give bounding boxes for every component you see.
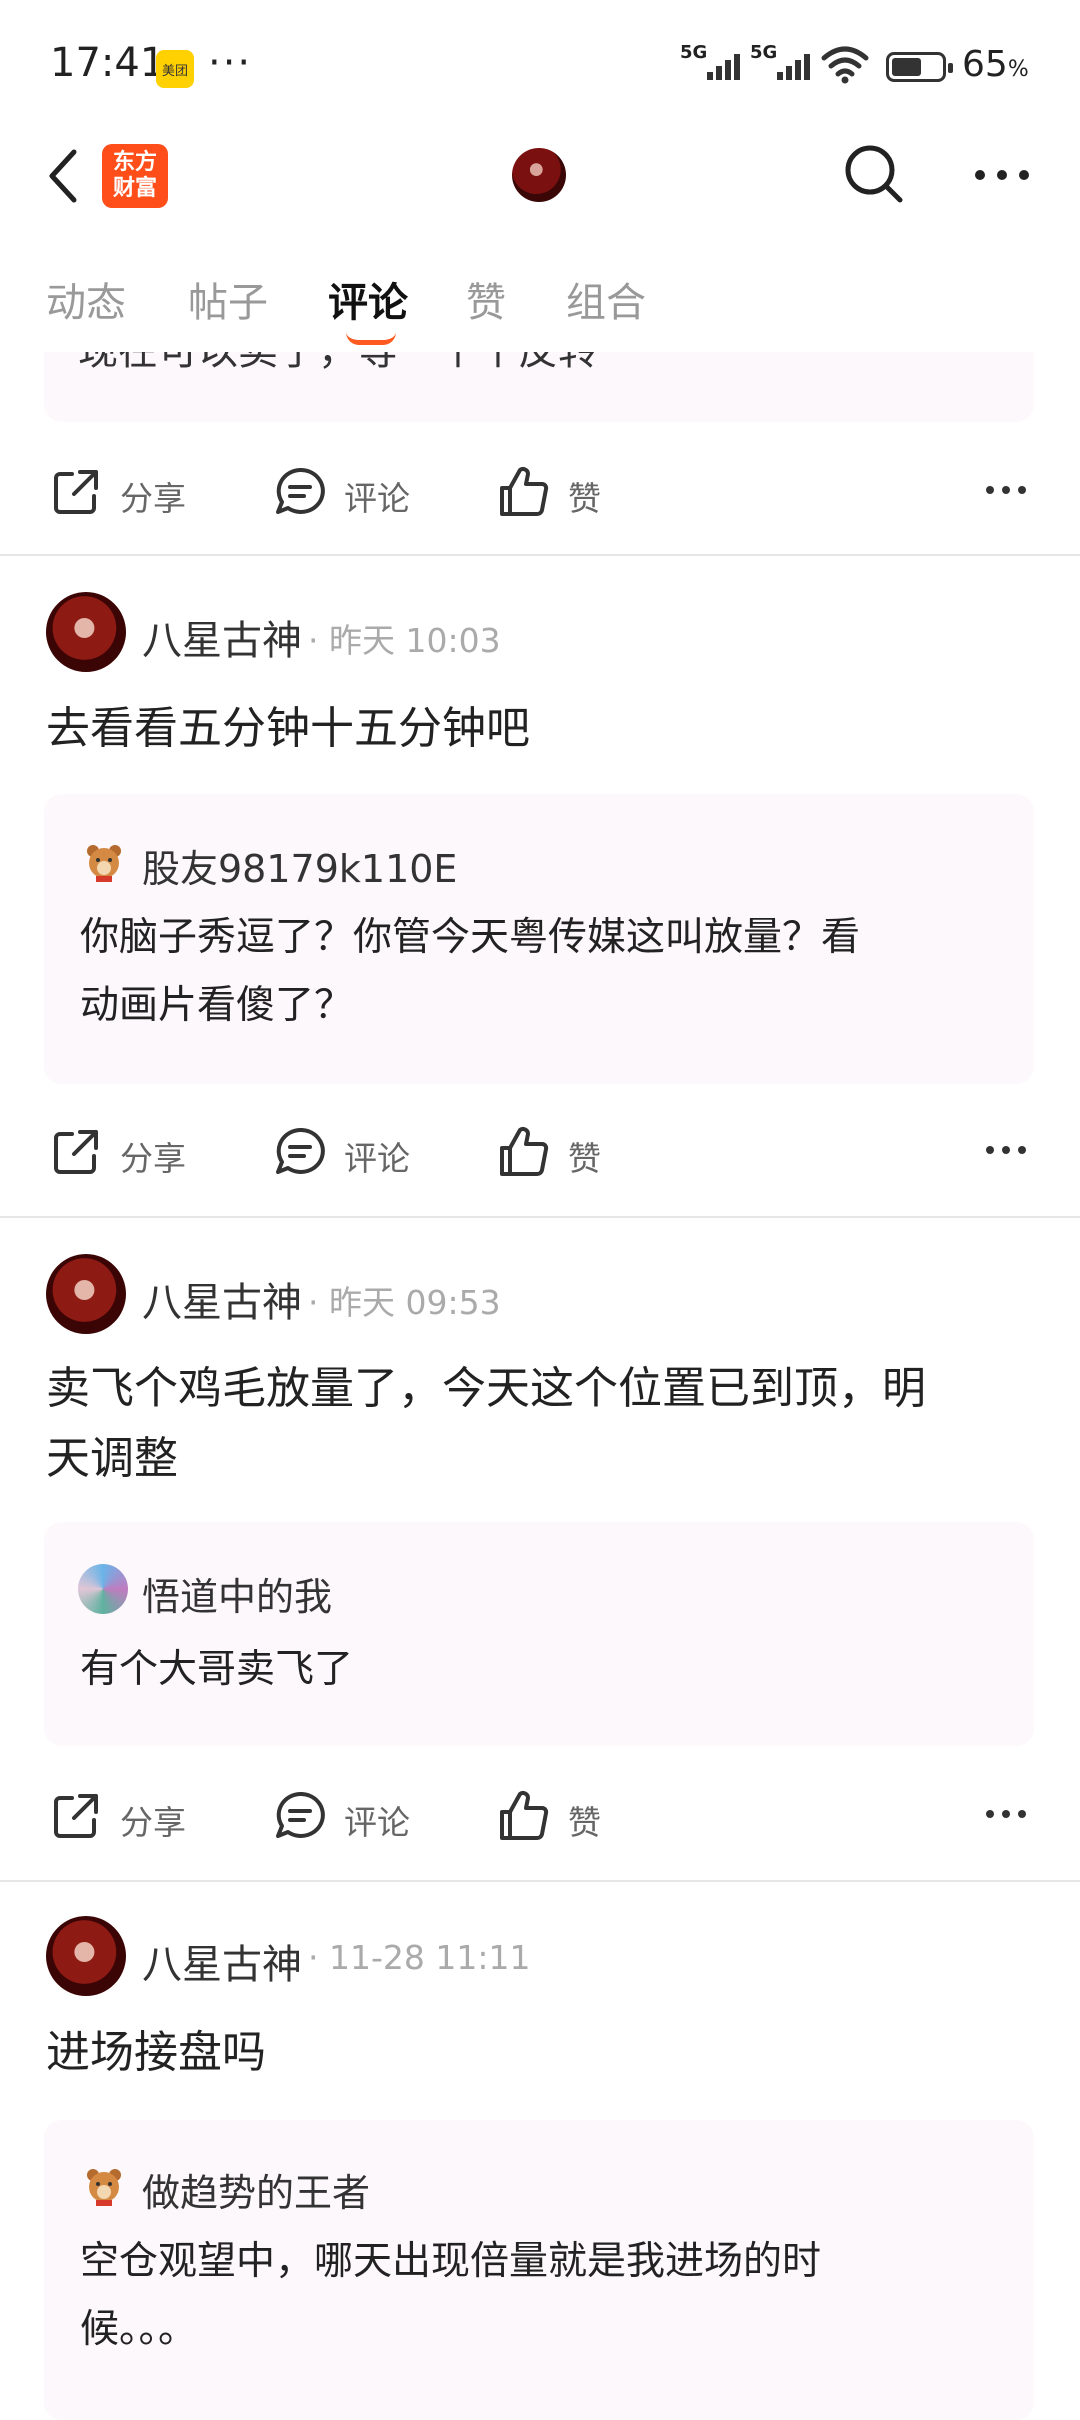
quoted-username[interactable]: 做趋势的王者 [142,2162,370,2217]
user-avatar[interactable] [46,592,126,672]
tab-comments[interactable]: 评论 [328,270,408,328]
quoted-text: 有个大哥卖飞了 [80,1647,354,1692]
more-dots-icon[interactable] [984,1804,1028,1824]
network-label-2: 5G [750,42,778,63]
signal-1-icon: 5G [680,42,740,84]
user-avatar[interactable] [46,1254,126,1334]
battery-icon [886,52,953,82]
meituan-app-icon: 美团 [156,50,194,88]
comment-text[interactable]: 进场接盘吗 [46,2018,1036,2088]
like-icon[interactable] [498,1126,550,1178]
active-tab-indicator [346,332,396,345]
action-bar: 分享 评论 赞 [0,1112,1080,1192]
username[interactable]: 八星古神 [142,608,302,666]
comment-label[interactable]: 评论 [344,1796,410,1844]
comment-icon[interactable] [274,466,326,518]
comment-text[interactable]: 卖飞个鸡毛放量了，今天这个位置已到顶，明 天调整 [46,1354,1036,1494]
username[interactable]: 八星古神 [142,1270,302,1328]
battery-fill [892,58,922,76]
signal-group: 5G 5G [680,42,870,84]
tab-bar: 动态 帖子 评论 赞 组合 [0,262,1080,352]
comment-text[interactable]: 去看看五分钟十五分钟吧 [46,694,1036,764]
divider [0,1216,1080,1218]
comment-label[interactable]: 评论 [344,472,410,520]
bear-avatar-icon [87,845,121,882]
like-label[interactable]: 赞 [568,1796,601,1844]
post-time: · 昨天 09:53 [308,1283,501,1322]
tab-portfolio[interactable]: 组合 [566,270,646,328]
bear-avatar-icon [87,2169,121,2206]
network-label-1: 5G [680,42,708,63]
status-bar: 17:41 美团 ··· 5G 5G 65% [0,0,1080,130]
status-more-dots: ··· [208,40,253,86]
app-logo[interactable]: 东方 财富 [102,144,168,208]
tab-likes[interactable]: 赞 [466,270,506,328]
quoted-username[interactable]: 股友98179k110E [142,838,457,893]
share-icon[interactable] [50,1126,102,1178]
signal-2-icon: 5G [750,42,810,84]
wifi-icon [821,46,869,84]
action-bar: 分享 评论 赞 [0,1776,1080,1856]
truncated-quote-text: 现在可以卖了，等一个个反转 [78,352,598,376]
quoted-user-avatar [78,1564,128,1614]
back-icon[interactable] [44,146,84,206]
share-label[interactable]: 分享 [120,472,186,520]
like-icon[interactable] [498,466,550,518]
divider [0,554,1080,556]
action-bar: 分享 评论 赞 [0,452,1080,532]
quoted-username[interactable]: 悟道中的我 [142,1566,332,1621]
share-label[interactable]: 分享 [120,1796,186,1844]
more-dots-icon[interactable] [984,1140,1028,1160]
like-label[interactable]: 赞 [568,1132,601,1180]
status-time: 17:41 [50,40,166,86]
more-options-icon[interactable] [972,160,1032,190]
post-time: · 11-28 11:11 [308,1938,531,1977]
profile-avatar[interactable] [512,148,566,202]
quoted-comment[interactable] [44,1522,1034,1746]
username[interactable]: 八星古神 [142,1932,302,1990]
like-icon[interactable] [498,1790,550,1842]
share-icon[interactable] [50,466,102,518]
comment-icon[interactable] [274,1790,326,1842]
divider [0,1880,1080,1882]
more-dots-icon[interactable] [984,480,1028,500]
tab-posts[interactable]: 帖子 [188,270,268,328]
quoted-text: 空仓观望中，哪天出现倍量就是我进场的时 候。。。 [80,2239,822,2352]
comment-label[interactable]: 评论 [344,1132,410,1180]
battery-percent: 65% [962,44,1029,85]
comment-icon[interactable] [274,1126,326,1178]
share-label[interactable]: 分享 [120,1132,186,1180]
quoted-text: 你脑子秀逗了？你管今天粤传媒这叫放量？看 动画片看傻了？ [80,915,861,1028]
search-icon[interactable] [842,142,906,206]
post-time: · 昨天 10:03 [308,621,501,660]
truncated-quote-clip: 现在可以卖了，等一个个反转 [0,352,1080,424]
share-icon[interactable] [50,1790,102,1842]
like-label[interactable]: 赞 [568,472,601,520]
user-avatar[interactable] [46,1916,126,1996]
tab-dynamics[interactable]: 动态 [46,270,126,328]
